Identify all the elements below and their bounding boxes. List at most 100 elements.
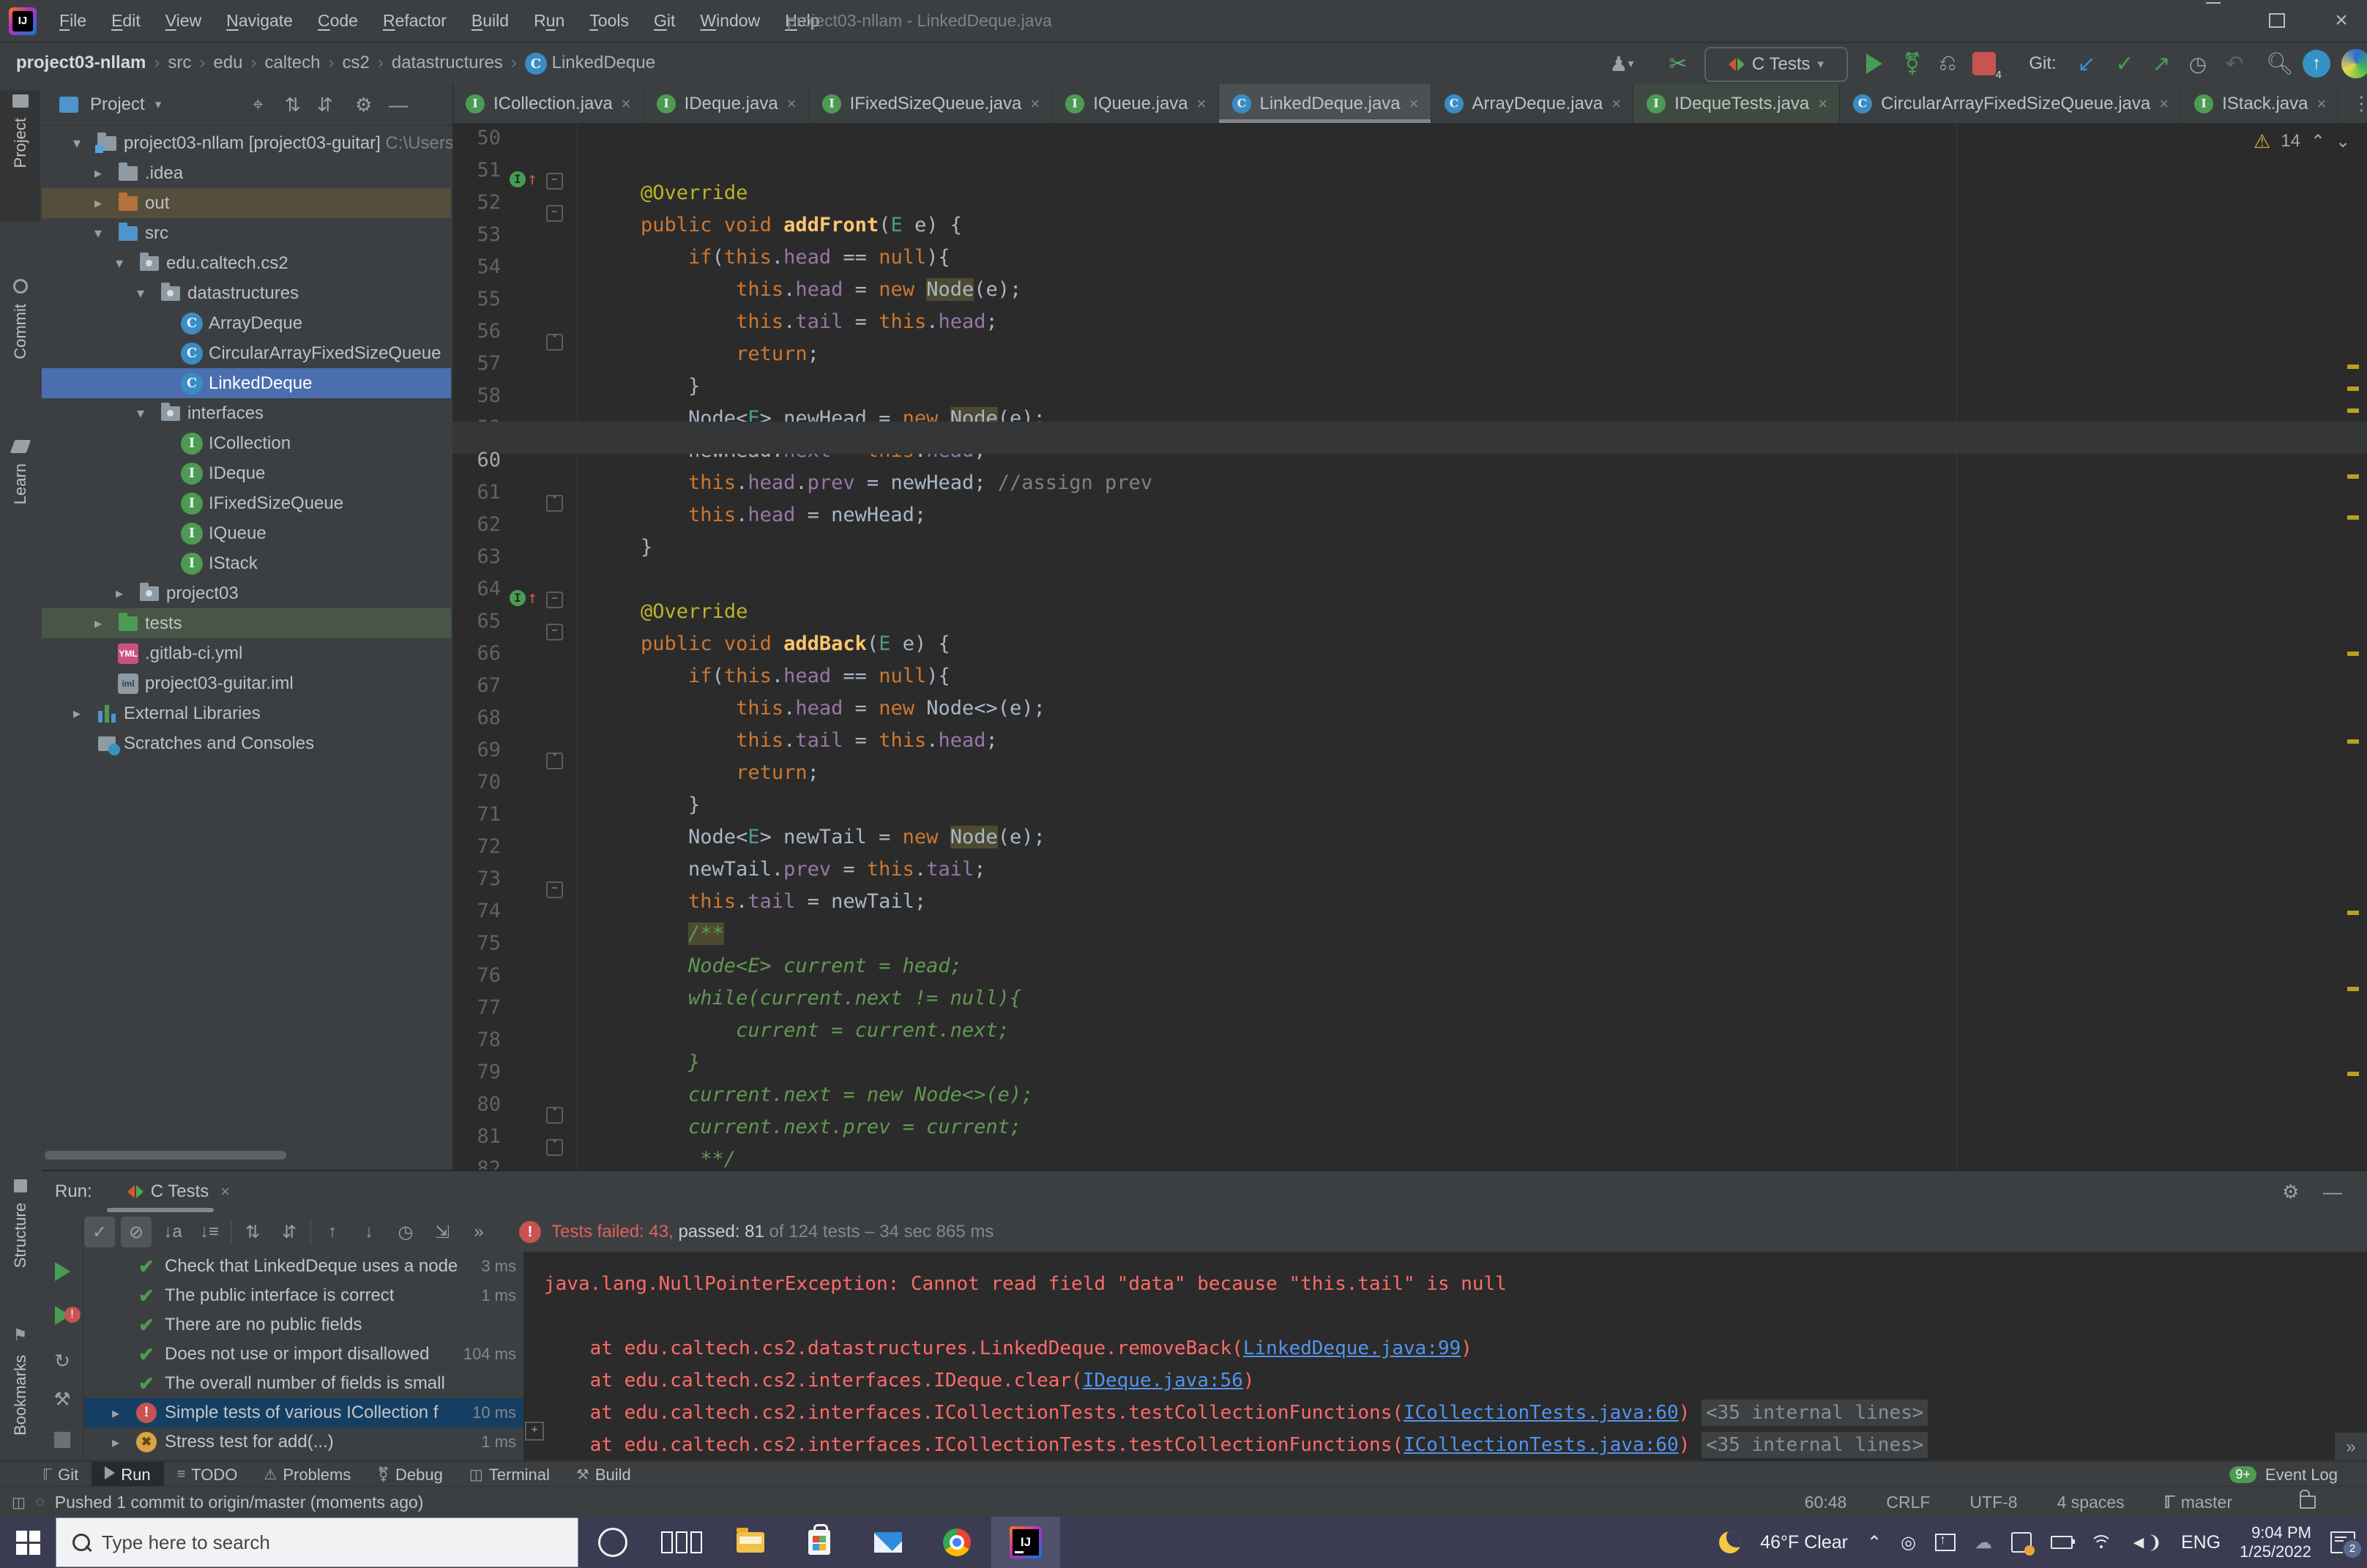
tree-item[interactable]: C CircularArrayFixedSizeQueue <box>42 338 451 368</box>
window-toggle-icon[interactable]: ◫ <box>12 1493 26 1512</box>
locate-file-icon[interactable]: ⌖ <box>253 93 264 116</box>
language-indicator[interactable]: ENG <box>2181 1532 2221 1553</box>
menu-window[interactable]: Window <box>687 1 772 41</box>
close-tab-icon[interactable]: × <box>2317 94 2327 113</box>
breadcrumb-item[interactable]: src <box>168 53 191 72</box>
tree-item[interactable]: ▸ External Libraries <box>42 698 451 728</box>
chevron-collapsed-icon[interactable]: ▸ <box>89 194 107 212</box>
warning-stripe-mark[interactable] <box>2347 652 2359 656</box>
show-ignored-toggle[interactable]: ⊘ <box>121 1217 152 1247</box>
console-fold-icon[interactable]: + <box>525 1422 544 1441</box>
rerun-failed-tests-button[interactable] <box>42 1306 83 1330</box>
project-view-selector[interactable]: Project <box>90 94 145 115</box>
tool-window-button-git[interactable]: ℾ Git <box>29 1462 92 1487</box>
user-account-icon[interactable]: ♟ ▾ <box>1600 43 1644 84</box>
tab-overflow-icon[interactable]: ⋮ <box>2338 84 2367 123</box>
run-config-selector[interactable]: C Tests ▾ <box>1704 47 1848 82</box>
tool-window-button-build[interactable]: ⚒ Build <box>563 1462 644 1487</box>
editor-tab[interactable]: I IStack.java × <box>2181 84 2339 123</box>
menu-file[interactable]: File <box>47 1 99 41</box>
tray-expand-icon[interactable]: ⌃ <box>1867 1532 1882 1553</box>
tool-button-commit[interactable]: Commit <box>0 275 40 406</box>
chevron-collapsed-icon[interactable]: ▸ <box>112 1404 119 1422</box>
chevron-expanded-icon[interactable]: ▾ <box>68 134 86 152</box>
file-encoding[interactable]: UTF-8 <box>1969 1493 2017 1512</box>
close-tab-icon[interactable]: × <box>622 94 631 113</box>
editor-tab[interactable]: I IFixedSizeQueue.java × <box>809 84 1053 123</box>
tree-item[interactable]: I IQueue <box>42 518 451 548</box>
run-tab[interactable]: C Tests × <box>106 1171 236 1212</box>
close-button[interactable]: × <box>2321 0 2362 40</box>
code-editor[interactable]: 50 51 @Override 52 I ↑ − public void addFro… <box>452 123 2367 1170</box>
fold-marker[interactable]: − <box>546 173 563 190</box>
previous-failed-icon[interactable]: ↑ <box>317 1217 348 1247</box>
sort-by-duration-icon[interactable]: ↓≡ <box>194 1217 225 1247</box>
chevron-expanded-icon[interactable]: ▾ <box>89 224 107 242</box>
console-line[interactable]: at edu.caltech.cs2.interfaces.IDeque.cle… <box>523 1364 2367 1397</box>
rerun-tests-button[interactable] <box>42 1262 83 1286</box>
tree-item[interactable]: ▾ src <box>42 218 451 248</box>
start-button[interactable] <box>0 1517 56 1568</box>
tree-item[interactable]: ▸ .idea <box>42 158 451 188</box>
warning-stripe-mark[interactable] <box>2347 987 2359 991</box>
tree-item[interactable]: ▾ edu.caltech.cs2 <box>42 248 451 278</box>
test-tree-item[interactable]: ✔ The public interface is correct 1 ms <box>84 1281 523 1310</box>
fold-marker[interactable]: − <box>546 591 563 608</box>
minimize-button[interactable] <box>2193 0 2234 40</box>
fold-marker[interactable]: ˇ <box>546 495 563 512</box>
test-tree-item[interactable]: ▸ ! Simple tests of various ICollection f… <box>84 1398 523 1427</box>
close-run-tab-icon[interactable]: × <box>220 1182 230 1201</box>
coverage-button[interactable]: ⎌ <box>1931 43 1964 84</box>
import-results-icon[interactable]: ⇲ <box>427 1217 458 1247</box>
warning-stripe-mark[interactable] <box>2347 1072 2359 1076</box>
menu-build[interactable]: Build <box>459 1 521 41</box>
clock[interactable]: 9:04 PM 1/25/2022 <box>2240 1523 2311 1561</box>
tree-item[interactable]: ▾ project03-nllam [project03-guitar] C:\… <box>42 128 459 158</box>
fold-marker[interactable]: − <box>546 624 563 641</box>
editor-tab[interactable]: I ICollection.java × <box>452 84 644 123</box>
build-hammer-icon[interactable]: ✂ <box>1662 43 1694 84</box>
tree-item[interactable]: I ICollection <box>42 428 451 458</box>
override-marker-icon[interactable]: I ↑ <box>510 168 542 190</box>
tree-item[interactable]: I IDeque <box>42 458 451 488</box>
close-tab-icon[interactable]: × <box>1818 94 1827 113</box>
fold-marker[interactable]: ˇ <box>546 334 563 351</box>
chevron-collapsed-icon[interactable]: ▸ <box>68 704 86 723</box>
tool-window-button-problems[interactable]: ⚠ Problems <box>250 1462 364 1487</box>
tree-item[interactable]: ▸ project03 <box>42 578 451 608</box>
collapse-all-icon[interactable]: ⇵ <box>317 94 333 116</box>
tool-window-button-terminal[interactable]: ◫ Terminal <box>456 1462 563 1487</box>
inspection-widget[interactable]: ⚠ 14 ⌃ ⌄ <box>2254 128 2350 154</box>
close-tab-icon[interactable]: × <box>2159 94 2169 113</box>
tree-item[interactable]: iml project03-guitar.iml <box>42 668 451 698</box>
fold-marker[interactable]: − <box>546 881 563 898</box>
chrome-button[interactable] <box>922 1517 991 1568</box>
tool-window-button-run[interactable]: Run <box>92 1462 164 1487</box>
run-button[interactable] <box>1858 43 1890 84</box>
code-with-me-icon[interactable] <box>2340 43 2367 84</box>
test-tree-item[interactable]: ▸ ✖ Stress test for add(...) 1 ms <box>84 1427 523 1457</box>
chevron-collapsed-icon[interactable]: ▸ <box>89 164 107 182</box>
cortana-button[interactable] <box>578 1517 647 1568</box>
tool-button-bookmarks[interactable]: ⚑ Bookmarks <box>0 1321 40 1468</box>
menu-git[interactable]: Git <box>641 1 687 41</box>
volume-icon[interactable]: ◄❩ <box>2130 1532 2162 1553</box>
ide-update-icon[interactable]: ↑ <box>2300 43 2333 84</box>
chevron-collapsed-icon[interactable]: ▸ <box>89 614 107 632</box>
mail-button[interactable] <box>854 1517 922 1568</box>
tree-item[interactable]: C LinkedDeque <box>42 368 451 398</box>
tool-window-button-debug[interactable]: ⚧ Debug <box>364 1462 456 1487</box>
breadcrumb-item[interactable]: cs2 <box>342 53 369 72</box>
wifi-icon[interactable] <box>2090 1535 2113 1550</box>
test-tree-item[interactable]: ✔ Does not use or import disallowed 104 m… <box>84 1340 523 1369</box>
tree-item[interactable]: ▾ datastructures <box>42 278 451 308</box>
tool-button-structure[interactable]: Structure <box>0 1175 40 1314</box>
collapse-all-icon[interactable]: ⇵ <box>274 1217 305 1247</box>
profiler-button[interactable]: 4 <box>1968 43 2002 84</box>
line-number[interactable]: 82 <box>452 1153 501 1170</box>
prev-warning-icon[interactable]: ⌃ <box>2311 131 2325 152</box>
tree-item[interactable]: ▸ out <box>42 188 451 218</box>
file-explorer-button[interactable] <box>716 1517 785 1568</box>
editor-tab[interactable]: I IDequeTests.java × <box>1633 84 1841 123</box>
run-settings-gear-icon[interactable]: ⚙ <box>2282 1181 2299 1203</box>
